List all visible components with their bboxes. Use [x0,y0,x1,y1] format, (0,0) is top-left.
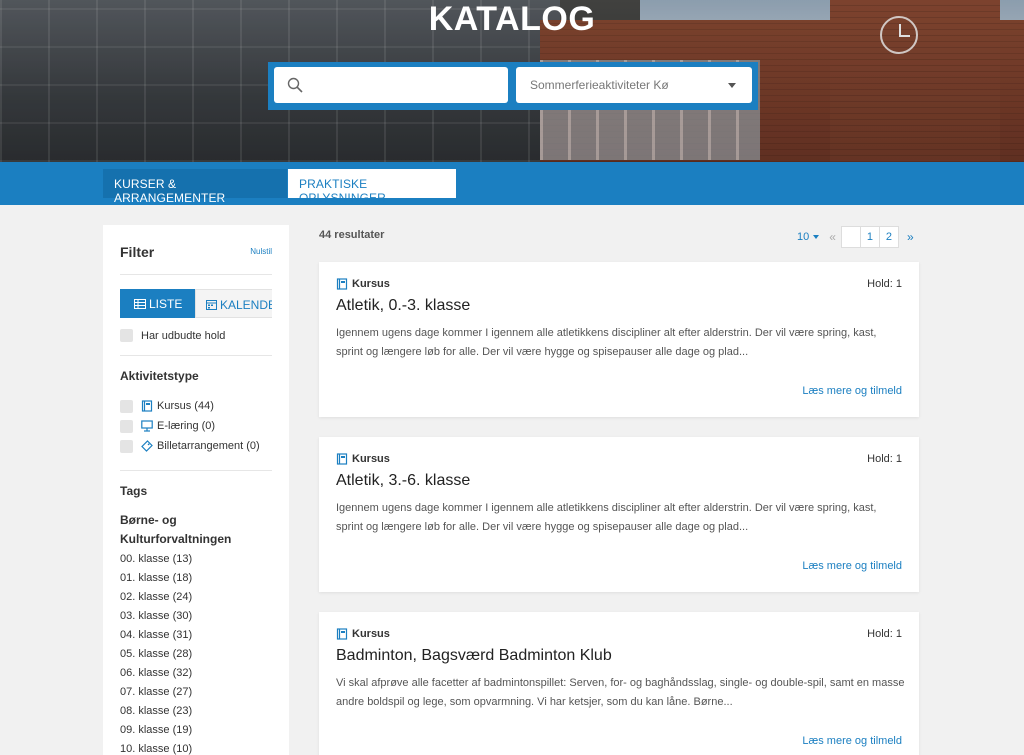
tag-item[interactable]: 05. klasse (28) [120,645,272,664]
tags-heading: Tags [120,484,148,498]
filter-header: Filter Nulstil [120,225,272,275]
page-2-button[interactable]: 2 [878,226,899,248]
activity-kursus[interactable]: Kursus (44) [120,396,272,416]
tag-item[interactable]: 04. klasse (31) [120,626,272,645]
tag-item[interactable]: 03. klasse (30) [120,607,272,626]
book-icon [336,453,348,465]
card-hold-count: Hold: 1 [867,628,902,640]
course-card: Kursus Hold: 1 Badminton, Bagsværd Badmi… [319,612,919,755]
tab-kurser-arrangementer[interactable]: KURSER & ARRANGEMENTER [103,169,287,205]
per-page-select[interactable]: 10 [797,231,820,243]
results-count: 44 resultater [319,229,385,241]
card-title[interactable]: Atletik, 0.-3. klasse [336,297,470,315]
page-title: KATALOG [428,0,596,38]
activity-type-heading: Aktivitetstype [120,369,199,383]
prev-page-button[interactable]: « [829,230,836,244]
has-offered-checkbox-row[interactable]: Har udbudte hold [120,329,272,356]
calendar-icon [206,300,217,310]
tag-item[interactable]: 07. klasse (27) [120,683,272,702]
activity-checkbox[interactable] [120,419,133,433]
book-icon [336,628,348,640]
search-field[interactable] [274,67,508,103]
read-more-link[interactable]: Læs mere og tilmeld [802,385,902,397]
tag-item[interactable]: 08. klasse (23) [120,702,272,721]
list-icon [134,299,146,309]
activity-checkbox[interactable] [120,439,133,453]
tags-group-title: Børne- og Kulturforvaltningen [120,513,232,546]
card-title[interactable]: Atletik, 3.-6. klasse [336,472,470,490]
page-1-button[interactable]: 1 [859,226,880,248]
view-toggle: LISTE KALENDER [120,289,272,318]
filter-title: Filter [120,244,155,260]
card-description: Igennem ugens dage kommer I igennem alle… [336,327,877,358]
book-icon [336,278,348,290]
activity-checkbox[interactable] [120,399,133,413]
catalog-select-value: Sommerferieaktiviteter Kø [530,78,669,92]
tags-list: 00. klasse (13) 01. klasse (18) 02. klas… [120,550,272,755]
catalog-select[interactable]: Sommerferieaktiviteter Kø [516,67,752,103]
card-description: Igennem ugens dage kommer I igennem alle… [336,502,877,533]
course-card: Kursus Hold: 1 Atletik, 0.-3. klasse Ige… [319,262,919,417]
card-type: Kursus [336,628,390,640]
tag-item[interactable]: 02. klasse (24) [120,588,272,607]
activity-elaering[interactable]: E-læring (0) [120,416,272,436]
card-type: Kursus [336,278,390,290]
ticket-icon [141,440,153,452]
read-more-link[interactable]: Læs mere og tilmeld [802,735,902,747]
tab-praktiske-oplysninger[interactable]: PRAKTISKE OPLYSNINGER [288,169,456,205]
read-more-link[interactable]: Læs mere og tilmeld [802,560,902,572]
activity-type-list: Kursus (44) E-læring (0) Billetarrangeme… [120,396,272,471]
hero-banner: KATALOG Sommerferieaktiviteter Kø [0,0,1024,162]
card-title[interactable]: Badminton, Bagsværd Badminton Klub [336,647,612,665]
activity-billetarrangement[interactable]: Billetarrangement (0) [120,436,272,456]
course-card: Kursus Hold: 1 Atletik, 3.-6. klasse Ige… [319,437,919,592]
monitor-icon [141,420,153,432]
filter-sidebar: Filter Nulstil LISTE KALENDER Har udbudt… [103,225,289,755]
page-blank[interactable] [840,226,861,248]
chevron-down-icon [728,83,736,88]
tag-item[interactable]: 09. klasse (19) [120,721,272,740]
main-nav: KURSER & ARRANGEMENTER PRAKTISKE OPLYSNI… [0,162,1024,205]
calendar-view-button[interactable]: KALENDER [195,289,272,318]
card-description: Vi skal afprøve alle facetter af badmint… [336,677,905,708]
tag-item[interactable]: 10. klasse (10) [120,740,272,755]
search-input[interactable] [274,67,508,103]
has-offered-checkbox[interactable] [120,329,133,342]
has-offered-label: Har udbudte hold [141,329,226,342]
caret-down-icon [813,235,820,240]
tag-item[interactable]: 01. klasse (18) [120,569,272,588]
card-hold-count: Hold: 1 [867,278,902,290]
search-bar: Sommerferieaktiviteter Kø [268,62,758,110]
pagination: 10 « 1 2 » [797,226,914,248]
card-type: Kursus [336,453,390,465]
tag-item[interactable]: 00. klasse (13) [120,550,272,569]
tag-item[interactable]: 06. klasse (32) [120,664,272,683]
reset-filter-link[interactable]: Nulstil [250,247,272,256]
list-view-button[interactable]: LISTE [120,289,195,318]
card-hold-count: Hold: 1 [867,453,902,465]
search-icon [287,77,303,93]
next-page-button[interactable]: » [907,230,914,244]
book-icon [141,400,153,412]
